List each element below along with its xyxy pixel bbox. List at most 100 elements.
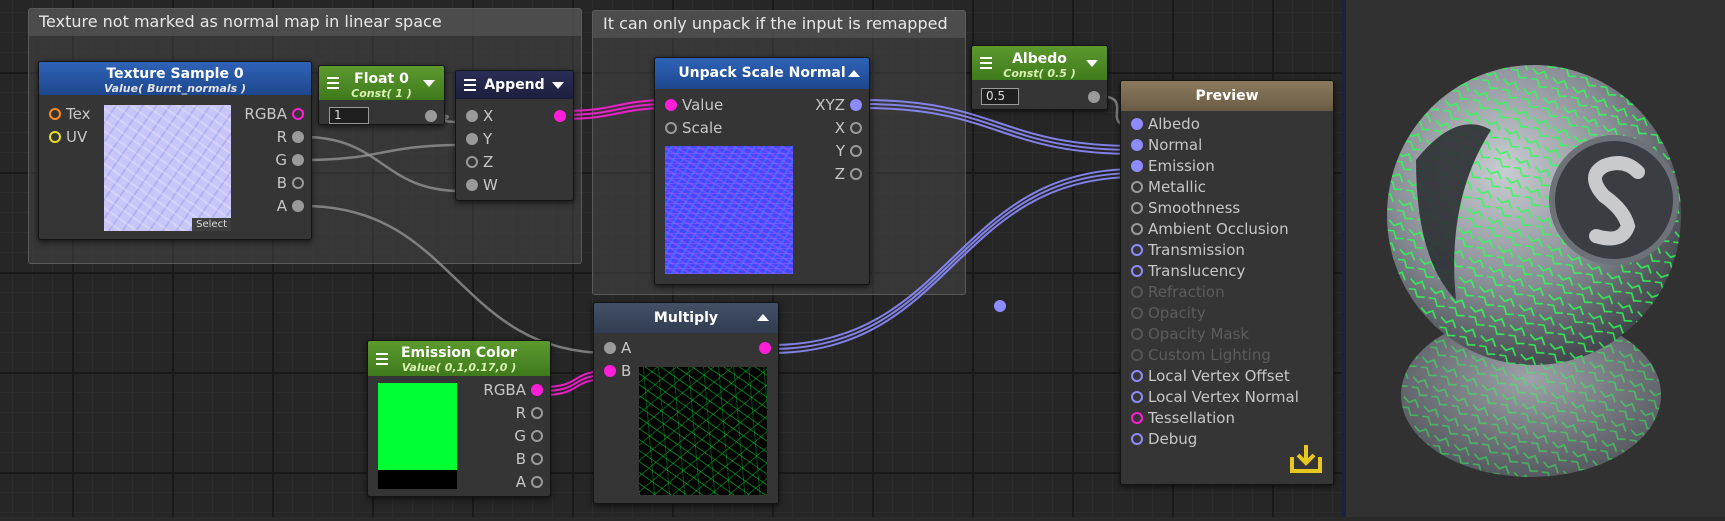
port-uz-out[interactable]: Z [835, 164, 862, 184]
dropdown-triangle-icon[interactable] [1086, 60, 1098, 67]
port-x-dot[interactable] [466, 110, 478, 122]
append-header[interactable]: Append [456, 71, 573, 99]
emission-color-node[interactable]: Emission Color Value( 0,1,0.17,0 ) RGBA … [367, 340, 551, 497]
preview-input-translucency[interactable]: Translucency [1131, 261, 1245, 281]
port-y-in[interactable]: Y [466, 129, 492, 149]
port-r-dot[interactable] [292, 131, 304, 143]
float-output-dot[interactable] [425, 110, 437, 122]
preview-header[interactable]: Preview [1121, 81, 1333, 111]
preview-input-opacity-mask[interactable]: Opacity Mask [1131, 324, 1249, 344]
port-b-dot[interactable] [292, 177, 304, 189]
preview-input-metallic[interactable]: Metallic [1131, 177, 1206, 197]
preview-input-local-vertex-offset-dot[interactable] [1131, 370, 1143, 382]
port-ergba-out[interactable]: RGBA [483, 380, 543, 400]
port-ergba-dot[interactable] [531, 384, 543, 396]
port-eb-dot[interactable] [531, 453, 543, 465]
float-node[interactable]: Float 0 Const( 1 ) 1 [318, 65, 445, 125]
preview-input-refraction[interactable]: Refraction [1131, 282, 1225, 302]
unpack-header[interactable]: Unpack Scale Normal [655, 58, 869, 89]
preview-input-custom-lighting[interactable]: Custom Lighting [1131, 345, 1271, 365]
port-ma-in[interactable]: A [604, 338, 631, 358]
preview-input-refraction-dot[interactable] [1131, 286, 1143, 298]
albedo-node[interactable]: Albedo Const( 0.5 ) 0.5 [971, 45, 1108, 110]
menu-icon[interactable] [464, 79, 476, 91]
port-r-out[interactable]: R [277, 127, 304, 147]
preview-input-debug[interactable]: Debug [1131, 429, 1197, 449]
menu-icon[interactable] [376, 352, 388, 365]
comment-title-unpack[interactable]: It can only unpack if the input is remap… [593, 11, 965, 38]
port-g-dot[interactable] [292, 154, 304, 166]
preview-input-local-vertex-normal[interactable]: Local Vertex Normal [1131, 387, 1299, 407]
port-xyz-dot[interactable] [850, 99, 862, 111]
float-value-field[interactable]: 1 [329, 107, 369, 124]
port-ea-out[interactable]: A [516, 472, 543, 492]
port-uv[interactable]: UV [49, 127, 87, 147]
port-ux-out[interactable]: X [835, 118, 862, 138]
port-z-in[interactable]: Z [466, 152, 493, 172]
preview-input-tessellation[interactable]: Tessellation [1131, 408, 1235, 428]
preview-input-metallic-dot[interactable] [1131, 181, 1143, 193]
preview-input-smoothness[interactable]: Smoothness [1131, 198, 1240, 218]
wire-reroute-knot[interactable] [994, 300, 1006, 312]
port-w-dot[interactable] [466, 179, 478, 191]
append-output-dot[interactable] [554, 110, 566, 122]
dropdown-triangle-icon[interactable] [423, 80, 435, 87]
preview-input-normal-dot[interactable] [1131, 139, 1143, 151]
port-w-in[interactable]: W [466, 175, 498, 195]
menu-icon[interactable] [980, 57, 992, 69]
multiply-node[interactable]: Multiply A B [593, 302, 779, 504]
preview-input-custom-lighting-dot[interactable] [1131, 349, 1143, 361]
albedo-value-field[interactable]: 0.5 [981, 88, 1019, 105]
port-uy-dot[interactable] [850, 145, 862, 157]
port-mb-dot[interactable] [604, 365, 616, 377]
port-mb-in[interactable]: B [604, 361, 631, 381]
port-scale-in[interactable]: Scale [665, 118, 722, 138]
dropdown-triangle-icon[interactable] [552, 82, 564, 89]
port-tex-dot[interactable] [49, 108, 61, 120]
port-tex[interactable]: Tex [49, 104, 90, 124]
material-preview-sphere[interactable] [1346, 0, 1725, 517]
port-ma-dot[interactable] [604, 342, 616, 354]
preview-input-translucency-dot[interactable] [1131, 265, 1143, 277]
port-b-out[interactable]: B [277, 173, 304, 193]
multiply-header[interactable]: Multiply [594, 303, 778, 333]
append-node[interactable]: Append X Y Z W [455, 70, 574, 201]
port-ea-dot[interactable] [531, 476, 543, 488]
preview-input-transmission[interactable]: Transmission [1131, 240, 1245, 260]
port-rgba-out[interactable]: RGBA [244, 104, 304, 124]
preview-input-opacity[interactable]: Opacity [1131, 303, 1206, 323]
port-a-out[interactable]: A [277, 196, 304, 216]
preview-input-ambient-occlusion[interactable]: Ambient Occlusion [1131, 219, 1289, 239]
emission-color-swatch[interactable] [378, 383, 457, 470]
preview-input-opacity-mask-dot[interactable] [1131, 328, 1143, 340]
preview-input-smoothness-dot[interactable] [1131, 202, 1143, 214]
unpack-scale-normal-node[interactable]: Unpack Scale Normal Value Scale XYZ X Y … [654, 57, 870, 285]
preview-input-transmission-dot[interactable] [1131, 244, 1143, 256]
float-header[interactable]: Float 0 Const( 1 ) [319, 66, 444, 100]
texture-sample-node[interactable]: Texture Sample 0 Value( Burnt_normals ) … [38, 61, 312, 240]
material-preview-viewport[interactable] [1346, 0, 1725, 517]
port-ux-dot[interactable] [850, 122, 862, 134]
preview-input-opacity-dot[interactable] [1131, 307, 1143, 319]
collapse-triangle-icon[interactable] [757, 314, 769, 321]
port-value-in[interactable]: Value [665, 95, 723, 115]
port-er-dot[interactable] [531, 407, 543, 419]
preview-input-normal[interactable]: Normal [1131, 135, 1202, 155]
port-xyz-out[interactable]: XYZ [815, 95, 862, 115]
port-eg-dot[interactable] [531, 430, 543, 442]
port-g-out[interactable]: G [275, 150, 304, 170]
preview-input-emission[interactable]: Emission [1131, 156, 1215, 176]
preview-input-local-vertex-offset[interactable]: Local Vertex Offset [1131, 366, 1290, 386]
texture-sample-header[interactable]: Texture Sample 0 Value( Burnt_normals ) [39, 62, 311, 95]
port-z-dot[interactable] [466, 156, 478, 168]
preview-input-debug-dot[interactable] [1131, 433, 1143, 445]
select-texture-button[interactable]: Select [192, 218, 231, 231]
port-scale-dot[interactable] [665, 122, 677, 134]
port-er-out[interactable]: R [516, 403, 543, 423]
port-uz-dot[interactable] [850, 168, 862, 180]
multiply-output-dot[interactable] [759, 342, 771, 354]
menu-icon[interactable] [327, 77, 339, 89]
preview-input-tessellation-dot[interactable] [1131, 412, 1143, 424]
emission-header[interactable]: Emission Color Value( 0,1,0.17,0 ) [368, 341, 550, 376]
albedo-output-dot[interactable] [1088, 91, 1100, 103]
